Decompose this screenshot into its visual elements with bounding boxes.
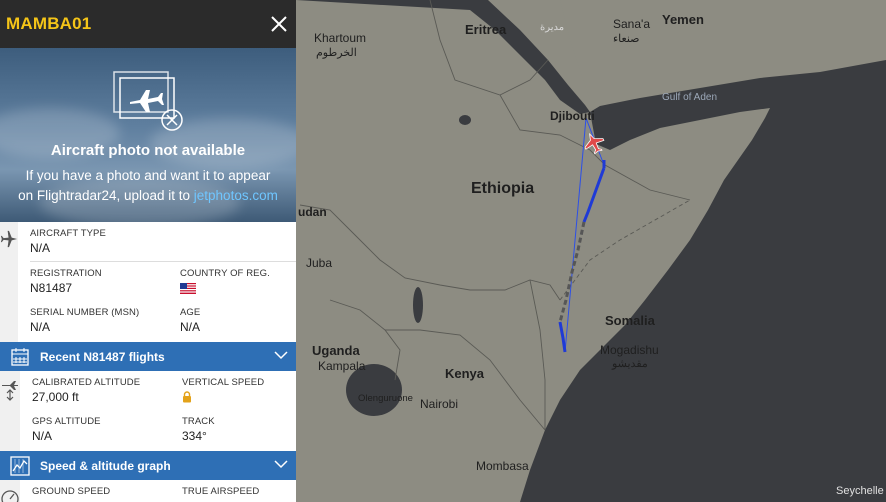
label-khartoum: Khartoum <box>314 31 366 45</box>
jetphotos-link[interactable]: jetphotos.com <box>194 188 278 203</box>
calendar-icon <box>0 347 40 367</box>
label-kampala: Kampala <box>318 359 366 373</box>
ground-speed-field: GROUND SPEED <box>32 486 182 497</box>
label-khartoum-ar: الخرطوم <box>316 47 357 59</box>
label-olenguruone: Olenguruone <box>358 393 413 404</box>
divider <box>30 261 296 262</box>
aircraft-section: AIRCRAFT TYPE N/A REGISTRATION N81487 CO… <box>0 222 296 342</box>
airplane-icon <box>0 230 18 248</box>
recent-flights-toggle[interactable]: Recent N81487 flights <box>0 342 296 371</box>
registration-label: REGISTRATION <box>30 268 102 279</box>
label-mogadishu: Mogadishu <box>600 343 659 357</box>
label-kenya: Kenya <box>445 366 485 381</box>
gps-altitude-label: GPS ALTITUDE <box>32 416 101 427</box>
altitude-icon <box>2 381 18 401</box>
track-field: TRACK 334° <box>182 416 296 443</box>
label-sanaa: Sana'a <box>613 17 650 31</box>
lake-tana <box>459 115 471 125</box>
photo-unavailable-text: If you have a photo and want it to appea… <box>0 166 296 206</box>
photo-unavailable-title: Aircraft photo not available <box>50 142 246 159</box>
country-field: COUNTRY OF REG. <box>180 268 296 299</box>
gps-altitude-field: GPS ALTITUDE N/A <box>32 416 182 443</box>
no-photo-icon <box>113 71 183 131</box>
calibrated-altitude-label: CALIBRATED ALTITUDE <box>32 377 141 388</box>
lock-icon[interactable] <box>182 391 192 403</box>
chevron-down-icon <box>274 351 288 360</box>
label-yemen: Yemen <box>662 12 704 27</box>
speed-altitude-graph-toggle[interactable]: Speed & altitude graph <box>0 451 296 480</box>
label-eritrea: Eritrea <box>465 22 507 37</box>
recent-flights-label: Recent N81487 flights <box>40 349 165 364</box>
us-flag-icon <box>180 283 196 294</box>
track-label: TRACK <box>182 416 215 427</box>
msn-label: SERIAL NUMBER (MSN) <box>30 307 140 318</box>
label-seychelles: Seychelle <box>836 485 884 497</box>
chevron-down-icon <box>274 460 288 469</box>
label-nairobi: Nairobi <box>420 397 458 411</box>
registration-value: N81487 <box>30 281 73 295</box>
calibrated-altitude-value: 27,000 ft <box>32 390 79 404</box>
speedometer-icon <box>1 490 19 502</box>
aircraft-type-label: AIRCRAFT TYPE <box>30 228 106 239</box>
aircraft-photo-placeholder: Aircraft photo not available If you have… <box>0 48 296 222</box>
age-field: AGE N/A <box>180 307 296 334</box>
photo-text-line1: If you have a photo and want it to appea… <box>25 168 271 183</box>
photo-text-line2: on Flightradar24, upload it to <box>18 188 194 203</box>
country-label: COUNTRY OF REG. <box>180 268 270 279</box>
close-icon[interactable] <box>268 13 290 35</box>
age-label: AGE <box>180 307 201 318</box>
label-ethiopia: Ethiopia <box>471 180 534 197</box>
graph-icon <box>0 455 40 476</box>
label-mombasa: Mombasa <box>476 459 529 473</box>
label-mogadishu-ar: مقديشو <box>611 358 648 370</box>
label-sanaa-ar: صنعاء <box>613 33 640 45</box>
aircraft-type-field: AIRCRAFT TYPE N/A <box>30 228 180 255</box>
panel-header: MAMBA01 <box>0 0 296 48</box>
msn-value: N/A <box>30 320 51 334</box>
ground-speed-label: GROUND SPEED <box>32 486 111 497</box>
gps-altitude-value: N/A <box>32 429 53 443</box>
registration-field: REGISTRATION N81487 <box>30 268 180 299</box>
vertical-speed-field: VERTICAL SPEED <box>182 377 296 408</box>
speed-altitude-graph-label: Speed & altitude graph <box>40 458 171 473</box>
calibrated-altitude-field: CALIBRATED ALTITUDE 27,000 ft <box>32 377 182 408</box>
track-value: 334° <box>182 429 207 443</box>
label-djibouti: Djibouti <box>550 109 595 123</box>
aircraft-type-value: N/A <box>30 241 51 255</box>
vertical-speed-label: VERTICAL SPEED <box>182 377 265 388</box>
age-value: N/A <box>180 320 201 334</box>
true-airspeed-field: TRUE AIRSPEED <box>182 486 296 497</box>
label-asmara-ar: مديرة <box>540 22 564 33</box>
speed-section: GROUND SPEED TRUE AIRSPEED <box>0 480 296 502</box>
speed-section-gutter <box>0 480 20 502</box>
altitude-section-gutter <box>0 371 20 451</box>
label-uganda: Uganda <box>312 343 360 358</box>
msn-field: SERIAL NUMBER (MSN) N/A <box>30 307 180 334</box>
flight-callsign: MAMBA01 <box>6 14 92 33</box>
label-somalia: Somalia <box>605 313 656 328</box>
label-gulf-of-aden: Gulf of Aden <box>662 92 717 103</box>
label-sudan: udan <box>298 205 327 219</box>
aircraft-info-panel: MAMBA01 Aircraft photo not available If … <box>0 0 296 502</box>
label-juba: Juba <box>306 256 332 270</box>
lake-turkana <box>413 287 423 323</box>
aircraft-section-gutter <box>0 222 18 342</box>
true-airspeed-label: TRUE AIRSPEED <box>182 486 260 497</box>
altitude-section: CALIBRATED ALTITUDE 27,000 ft VERTICAL S… <box>0 371 296 451</box>
